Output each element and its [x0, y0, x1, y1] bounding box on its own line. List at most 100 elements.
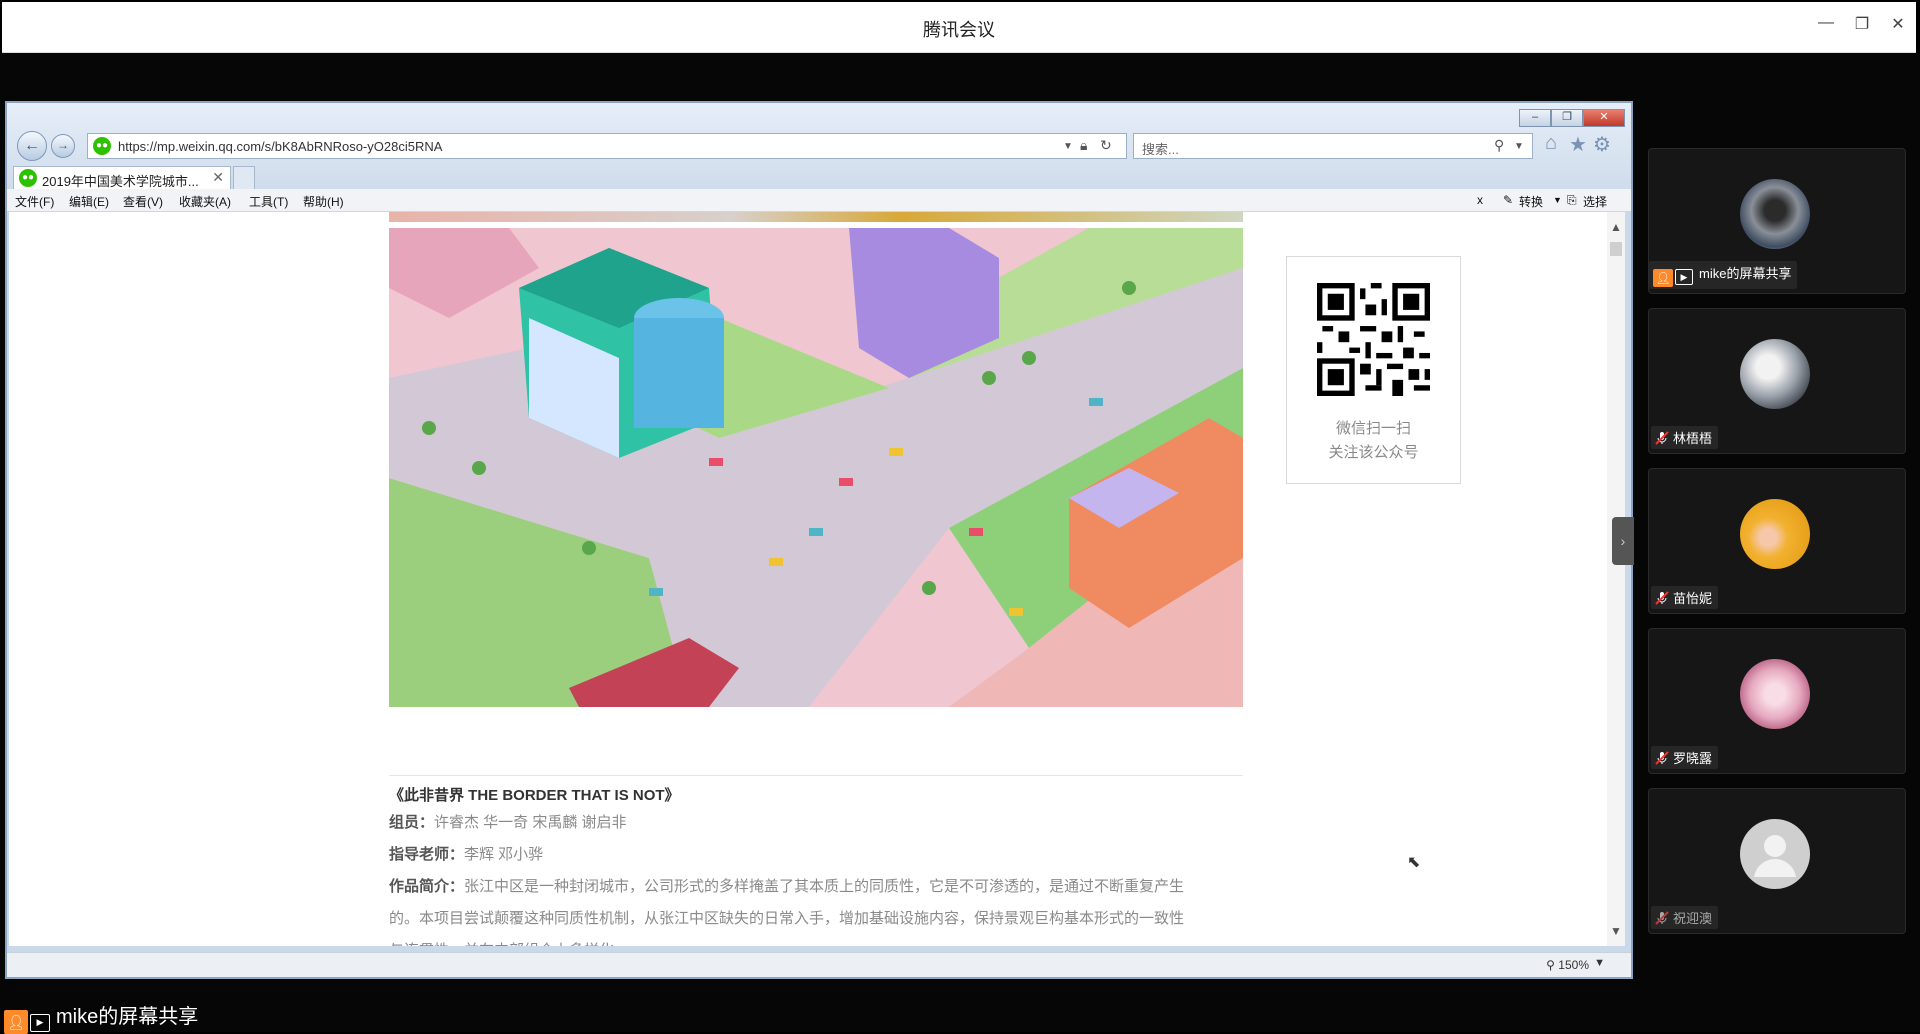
- browser-tab[interactable]: ●● 2019年中国美术学院城市... ✕: [13, 166, 231, 189]
- mic-muted-icon: [1655, 911, 1669, 925]
- collapse-panel-chevron-icon[interactable]: ›: [1612, 517, 1634, 565]
- mouse-cursor-icon: ⬉: [1407, 854, 1421, 871]
- convert-icon[interactable]: ✎: [1503, 193, 1513, 207]
- browser-close-button[interactable]: ✕: [1583, 109, 1625, 127]
- menu-view[interactable]: 查看(V): [123, 193, 163, 210]
- convert-dropdown-icon[interactable]: ▼: [1553, 195, 1562, 205]
- select-button[interactable]: 选择: [1583, 193, 1607, 210]
- forward-icon[interactable]: →: [51, 134, 75, 158]
- zoom-dropdown-icon[interactable]: ▼: [1594, 957, 1605, 969]
- advisors-line: 指导老师：李辉 邓小骅: [389, 843, 1249, 864]
- intro-text-1: 张江中区是一种封闭城市，公司形式的多样掩盖了其本质上的同质性，它是不可渗透的，是…: [464, 878, 1185, 895]
- menu-help[interactable]: 帮助(H): [303, 193, 344, 210]
- participant-name: mike的屏幕共享: [1699, 266, 1792, 281]
- tab-close-icon[interactable]: ✕: [212, 169, 224, 186]
- search-placeholder: 搜索...: [1142, 142, 1179, 157]
- article-image: [389, 228, 1243, 707]
- back-icon[interactable]: ←: [17, 131, 47, 161]
- settings-gear-icon[interactable]: ⚙: [1593, 132, 1611, 157]
- address-bar[interactable]: ●● https://mp.weixin.qq.com/s/bK8AbRNRos…: [87, 133, 1127, 159]
- url-text: https://mp.weixin.qq.com/s/bK8AbRNRoso-y…: [118, 139, 443, 154]
- toolbar-close[interactable]: x: [1477, 193, 1483, 207]
- intro-line-2: 的。本项目尝试颠覆这种同质性机制，从张江中区缺失的日常入手，增加基础设施内容，保…: [389, 910, 1185, 927]
- app-title: 腾讯会议: [923, 20, 995, 40]
- mic-muted-icon: [1655, 591, 1669, 605]
- isometric-city-illustration: [389, 228, 1243, 707]
- qr-code-card: 微信扫一扫 关注该公众号: [1286, 256, 1461, 484]
- wechat-icon: ●●: [93, 137, 111, 155]
- search-dropdown-icon[interactable]: ▼: [1514, 141, 1524, 152]
- members-line: 组员：许睿杰 华一奇 宋禹麟 谢启非: [389, 811, 1249, 832]
- mic-muted-icon: [1655, 431, 1669, 445]
- divider: [389, 775, 1243, 776]
- screen-share-icon: ▶: [1675, 269, 1693, 285]
- avatar-anime-sketch: [1740, 339, 1810, 409]
- scroll-down-icon[interactable]: ▼: [1610, 924, 1622, 938]
- menu-favorites[interactable]: 收藏夹(A): [179, 193, 231, 210]
- browser-minimize-button[interactable]: –: [1519, 109, 1551, 127]
- shared-screen: – ❐ ✕ ← → ●● https://mp.weixin.qq.com/s/…: [5, 101, 1633, 979]
- participant-name-tag: 祝迎澳: [1651, 906, 1719, 929]
- browser-restore-button[interactable]: ❐: [1551, 109, 1583, 127]
- status-bar: ⚲ 150% ▼: [7, 952, 1631, 977]
- avatar-astronaut: [1740, 179, 1810, 249]
- menu-file[interactable]: 文件(F): [15, 193, 54, 210]
- restore-button[interactable]: ❐: [1850, 14, 1874, 34]
- screen-share-icon: ▶: [30, 1014, 50, 1032]
- new-tab-button[interactable]: [233, 166, 255, 189]
- advisors-value: 李辉 邓小骅: [464, 846, 544, 863]
- dropdown-icon[interactable]: ▼: [1063, 141, 1073, 152]
- menu-bar: 文件(F) 编辑(E) 查看(V) 收藏夹(A) 工具(T) 帮助(H) x ✎…: [7, 189, 1631, 212]
- web-page: 微信扫一扫 关注该公众号 《此非昔界 THE BORDER THAT IS NO…: [9, 212, 1607, 946]
- participant-card[interactable]: 👤︎ ▶ mike的屏幕共享: [1648, 148, 1906, 294]
- intro-line-3: 与连贯性，并在内部组合上多样化。: [389, 939, 1249, 946]
- app-titlebar: 腾讯会议 — ❐ ✕: [2, 2, 1916, 53]
- scroll-up-icon[interactable]: ▲: [1610, 220, 1622, 234]
- qr-caption-follow: 关注该公众号: [1328, 444, 1419, 461]
- menu-edit[interactable]: 编辑(E): [69, 193, 109, 210]
- close-button[interactable]: ✕: [1886, 14, 1910, 34]
- participant-card[interactable]: 罗晓露: [1648, 628, 1906, 774]
- zoom-icon: ⚲: [1546, 958, 1559, 972]
- avatar-yellow-duck: [1740, 499, 1810, 569]
- mic-muted-icon: [1655, 751, 1669, 765]
- participant-name-tag: 罗晓露: [1651, 746, 1719, 769]
- previous-image-edge: [389, 212, 1243, 222]
- lock-icon: 🔒︎: [1080, 137, 1088, 153]
- participant-card[interactable]: 苗怡妮: [1648, 468, 1906, 614]
- share-source-label: 👤︎ ▶ mike的屏幕共享: [4, 1000, 198, 1034]
- advisors-label: 指导老师：: [389, 846, 465, 863]
- browser-chrome: – ❐ ✕ ← → ●● https://mp.weixin.qq.com/s/…: [7, 103, 1631, 189]
- participant-name: 罗晓露: [1673, 751, 1713, 766]
- intro-label: 作品简介：: [389, 878, 465, 895]
- participant-name-tag: 👤︎ ▶ mike的屏幕共享: [1649, 261, 1798, 289]
- refresh-icon[interactable]: ↻: [1100, 137, 1112, 154]
- article-title: 《此非昔界 THE BORDER THAT IS NOT》: [389, 787, 680, 804]
- home-icon[interactable]: ⌂: [1545, 132, 1557, 155]
- search-box[interactable]: 搜索... ⚲ ▼: [1133, 133, 1533, 159]
- convert-button[interactable]: 转换: [1519, 193, 1543, 210]
- intro-line-1: 作品简介：张江中区是一种封闭城市，公司形式的多样掩盖了其本质上的同质性，它是不可…: [389, 875, 1249, 896]
- avatar-anime-pink: [1740, 659, 1810, 729]
- minimize-button[interactable]: —: [1814, 14, 1838, 32]
- search-icon[interactable]: ⚲: [1494, 137, 1504, 154]
- qr-caption-scan: 微信扫一扫: [1335, 420, 1411, 437]
- person-silhouette-icon: [1754, 835, 1796, 877]
- members-value: 许睿杰 华一奇 宋禹麟 谢启非: [434, 814, 627, 831]
- wechat-tab-icon: ●●: [19, 169, 37, 187]
- menu-tools[interactable]: 工具(T): [249, 193, 288, 210]
- participant-name-tag: 苗怡妮: [1651, 586, 1719, 609]
- page-scrollbar[interactable]: ▲ ▼: [1607, 212, 1625, 946]
- select-icon[interactable]: ⎘: [1567, 193, 1577, 208]
- favorites-star-icon[interactable]: ★: [1569, 132, 1587, 157]
- user-share-icon: 👤︎: [1653, 269, 1673, 287]
- participant-card[interactable]: 祝迎澳: [1648, 788, 1906, 934]
- share-source-text: mike的屏幕共享: [56, 1006, 199, 1028]
- participant-name-tag: 林梧梧: [1651, 426, 1719, 449]
- participant-card[interactable]: 林梧梧: [1648, 308, 1906, 454]
- user-share-icon: 👤︎: [4, 1010, 28, 1034]
- participant-name: 苗怡妮: [1673, 591, 1713, 606]
- participant-name: 祝迎澳: [1673, 911, 1713, 926]
- zoom-level[interactable]: ⚲ 150%: [1546, 958, 1589, 972]
- scroll-thumb[interactable]: [1610, 242, 1622, 256]
